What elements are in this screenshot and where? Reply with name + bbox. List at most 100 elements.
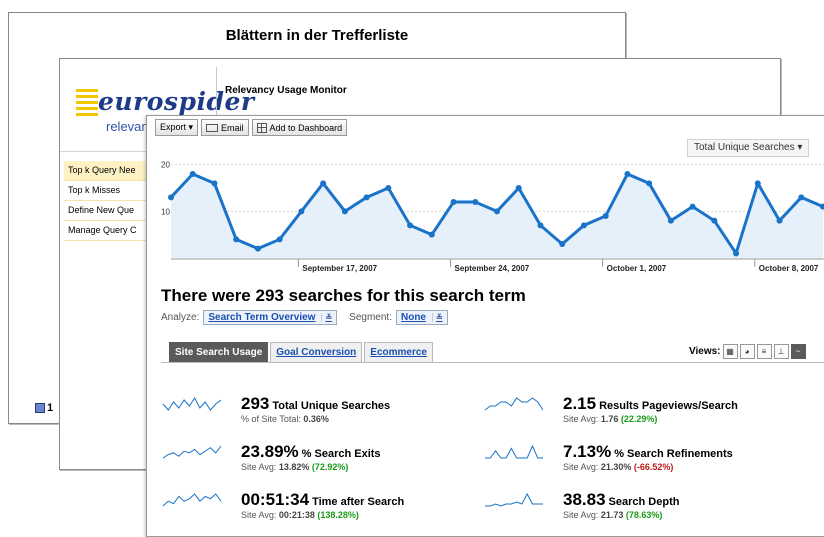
slide-page-indicator: 1	[35, 402, 53, 414]
view-switcher: Views: ▦ ◕ ≡ ⊥ ~	[689, 344, 806, 359]
data-point	[276, 236, 283, 243]
stat-search-exits: 23.89%% Search Exits Site Avg: 13.82% (7…	[161, 442, 481, 478]
data-point	[450, 199, 457, 205]
pivot-view-icon[interactable]: ~	[790, 344, 806, 359]
stat-value: 7.13%	[563, 442, 612, 461]
stat-value: 293	[241, 394, 270, 413]
stat-value: 00:51:34	[241, 490, 310, 509]
tab-goal-conversion[interactable]: Goal Conversion	[270, 342, 363, 362]
data-point	[385, 185, 392, 191]
tab-underline	[161, 362, 824, 363]
pie-view-icon[interactable]: ◕	[739, 344, 755, 359]
stat-value: 23.89%	[241, 442, 299, 461]
views-label: Views:	[689, 346, 721, 357]
data-point	[428, 231, 435, 238]
analytics-panel: Export ▾ Email Add to Dashboard Total Un…	[146, 115, 824, 537]
sparkline-line	[162, 397, 222, 411]
analyze-select[interactable]: Search Term Overview ≚	[203, 310, 338, 325]
x-tick-label: September 17, 2007	[302, 264, 377, 273]
tab-site-search-usage[interactable]: Site Search Usage	[169, 342, 269, 362]
unique-searches-chart: 20102September 17, 2007September 24, 200…	[161, 161, 824, 273]
stat-search-depth: 38.83 Search Depth Site Avg: 21.73 (78.63…	[483, 490, 823, 526]
data-point	[776, 217, 783, 224]
stat-value: 2.15	[563, 394, 597, 413]
data-point	[580, 222, 587, 229]
dashboard-icon	[256, 122, 267, 133]
comparison-view-icon[interactable]: ⊥	[773, 344, 789, 359]
stat-comparison: Site Avg: 1.76 (22.29%)	[563, 414, 658, 424]
add-to-dashboard-button[interactable]: Add to Dashboard	[251, 119, 348, 136]
data-point	[168, 194, 174, 201]
stat-total-unique-searches: 293 Total Unique Searches % of Site Total…	[161, 394, 481, 430]
data-point	[646, 180, 653, 187]
analyze-dropdown-icon: ≚	[321, 313, 332, 322]
email-label: Email	[221, 122, 244, 133]
sparkline-icon	[485, 444, 543, 459]
data-point	[537, 222, 544, 229]
data-point	[320, 180, 327, 187]
stat-time-after-search: 00:51:34 Time after Search Site Avg: 00:2…	[161, 490, 481, 526]
sparkline-line	[162, 493, 222, 507]
sparkline-line	[485, 444, 543, 459]
data-point	[494, 208, 500, 215]
table-view-icon[interactable]: ▦	[722, 344, 738, 359]
analyze-value: Search Term Overview	[208, 312, 316, 323]
data-point	[341, 208, 348, 215]
bar-view-icon[interactable]: ≡	[756, 344, 772, 359]
data-point	[233, 236, 240, 243]
stat-comparison: Site Avg: 00:21:38 (138.28%)	[241, 510, 359, 520]
data-point	[754, 180, 761, 187]
export-button[interactable]: Export ▾	[155, 119, 199, 136]
data-point	[624, 171, 631, 177]
data-point	[407, 222, 414, 229]
email-button[interactable]: Email	[201, 119, 249, 136]
data-point	[602, 213, 609, 219]
sparkline-icon	[162, 493, 222, 507]
segment-value: None	[400, 312, 426, 323]
sparkline-line	[485, 492, 543, 507]
export-label: Export ▾	[160, 122, 194, 132]
sparkline-line	[162, 445, 222, 459]
y-tick-label: 10	[161, 207, 170, 216]
data-point	[733, 250, 740, 257]
slide-page-icon	[35, 403, 45, 413]
segment-select[interactable]: None ≚	[395, 310, 448, 325]
segment-dropdown-icon: ≚	[431, 313, 443, 322]
segment-label: Segment:	[349, 312, 392, 323]
report-tabs: Site Search Usage Goal Conversion Ecomme…	[169, 342, 433, 362]
dashboard-label: Add to Dashboard	[269, 122, 343, 133]
sparkline-icon	[162, 445, 222, 459]
x-tick-label: October 1, 2007	[607, 264, 667, 273]
stat-label: Search Depth	[608, 496, 680, 508]
data-point	[689, 203, 696, 210]
stat-value: 38.83	[563, 490, 606, 509]
app-title: Relevancy Usage Monitor	[225, 85, 347, 96]
stat-label: % Search Refinements	[614, 448, 733, 460]
stat-comparison: Site Avg: 13.82% (72.92%)	[241, 462, 349, 472]
data-point	[798, 194, 805, 201]
y-tick-label: 20	[161, 161, 170, 170]
data-point	[298, 208, 305, 215]
sparkline-icon	[485, 492, 543, 507]
x-tick-label: October 8, 2007	[759, 264, 819, 273]
report-toolbar: Export ▾ Email Add to Dashboard	[155, 119, 348, 136]
data-point	[363, 194, 370, 201]
data-point	[189, 171, 196, 177]
data-point	[559, 241, 566, 247]
data-point	[711, 217, 718, 224]
data-point	[472, 199, 479, 205]
slide-page-number: 1	[47, 402, 54, 414]
stat-label: Total Unique Searches	[272, 400, 391, 412]
stat-results-pageviews: 2.15 Results Pageviews/Search Site Avg: 1…	[483, 394, 823, 430]
data-point	[211, 180, 218, 187]
sparkline-icon	[484, 397, 544, 411]
stat-search-refinements: 7.13%% Search Refinements Site Avg: 21.3…	[483, 442, 823, 478]
stat-comparison: Site Avg: 21.30% (-66.52%)	[563, 462, 674, 472]
stat-label: Time after Search	[312, 496, 405, 508]
tab-ecommerce[interactable]: Ecommerce	[364, 342, 433, 362]
stat-comparison: Site Avg: 21.73 (78.63%)	[563, 510, 663, 520]
data-point	[515, 185, 522, 191]
analyze-label: Analyze:	[161, 312, 200, 323]
sparkline-icon	[162, 397, 222, 411]
data-point	[254, 245, 261, 252]
